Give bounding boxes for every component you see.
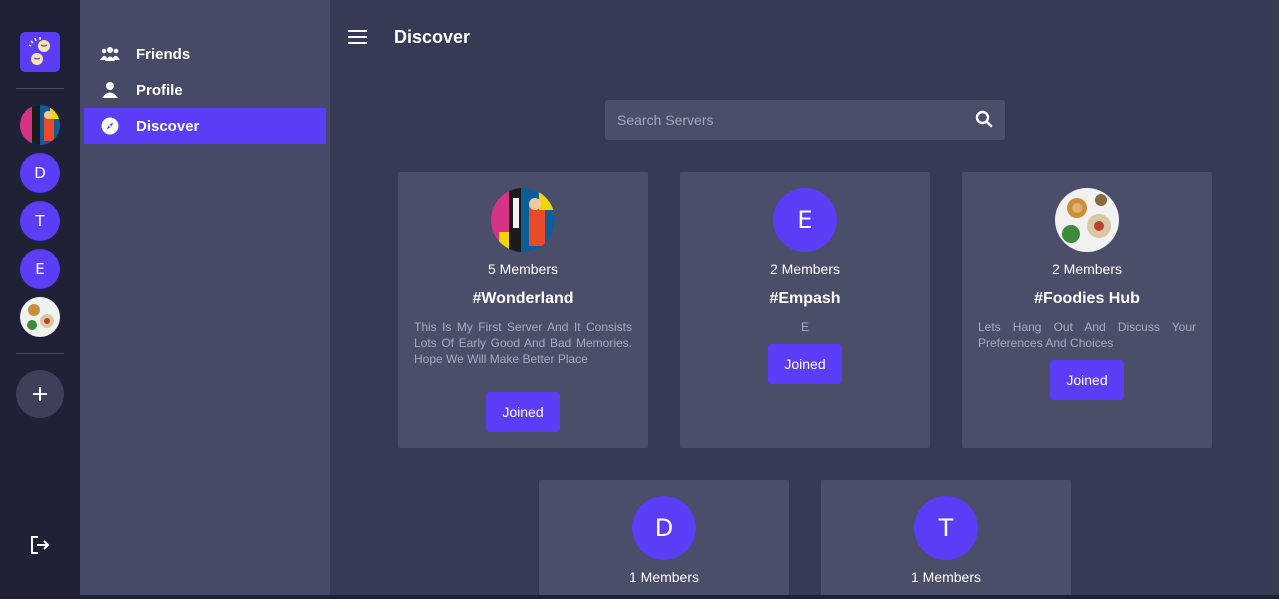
rail-server-letter: T (35, 212, 45, 230)
server-avatar: D (632, 496, 696, 560)
users-icon (100, 44, 120, 64)
nav-panel: Friends Profile Discover (80, 0, 330, 599)
rail-divider (16, 88, 64, 89)
avatar-letter: D (654, 514, 674, 542)
rail-divider (16, 353, 64, 354)
search-bar (605, 100, 1005, 140)
server-name: #Empash (769, 290, 841, 307)
joined-button[interactable]: Joined (768, 344, 842, 384)
rail-server-t[interactable]: T (20, 201, 60, 241)
rail-server-foodies[interactable] (20, 297, 60, 337)
avatar-letter: T (938, 514, 954, 542)
server-avatar: E (773, 188, 837, 252)
joined-button[interactable]: Joined (1050, 360, 1124, 400)
food-image (20, 297, 60, 337)
plus-icon (33, 387, 47, 401)
food-image (1055, 188, 1119, 252)
compass-icon (100, 116, 120, 136)
joined-button[interactable]: Joined (486, 392, 560, 432)
avatar-letter: E (797, 206, 813, 234)
member-count: 5 Members (487, 261, 559, 277)
server-description: This Is My First Server And It Consists … (414, 320, 632, 366)
server-avatar (1055, 188, 1119, 252)
server-description: E (800, 320, 809, 334)
search-input[interactable] (605, 100, 965, 140)
hamburger-line (348, 30, 367, 32)
member-count: 1 Members (628, 569, 700, 585)
nav-item-discover[interactable]: Discover (84, 108, 326, 144)
server-name: #Foodies Hub (1034, 290, 1140, 307)
app-logo[interactable] (20, 32, 60, 72)
main-content: Discover 5 Members #Wonderland (330, 0, 1279, 599)
rail-server-letter: D (34, 164, 46, 182)
server-avatar: T (914, 496, 978, 560)
bottom-edge (0, 595, 1279, 599)
logout-button[interactable] (28, 533, 52, 557)
server-card-t: T 1 Members (821, 480, 1071, 599)
add-server-button[interactable] (16, 370, 64, 418)
rail-server-e[interactable]: E (20, 249, 60, 289)
menu-toggle-button[interactable] (348, 30, 368, 46)
logo-icon (28, 37, 50, 65)
rail-server-wonderland[interactable] (20, 105, 60, 145)
server-card-wonderland: 5 Members #Wonderland This Is My First S… (398, 172, 648, 448)
nav-item-friends[interactable]: Friends (84, 36, 326, 72)
server-description: Lets Hang Out And Discuss Your Preferenc… (978, 320, 1196, 350)
search-icon (975, 110, 993, 128)
graffiti-image (491, 188, 555, 252)
nav-item-profile[interactable]: Profile (84, 72, 326, 108)
hamburger-line (348, 36, 367, 38)
server-card-d: D 1 Members (539, 480, 789, 599)
rail-server-letter: E (35, 260, 45, 278)
server-avatar (491, 188, 555, 252)
nav-item-label: Discover (136, 117, 200, 135)
member-count: 2 Members (1051, 261, 1123, 277)
server-name: #Wonderland (472, 290, 574, 307)
hamburger-line (348, 42, 367, 44)
nav-item-label: Profile (136, 81, 183, 99)
member-count: 2 Members (769, 261, 841, 277)
logout-icon (31, 536, 50, 554)
server-card-empash: E 2 Members #Empash E Joined (680, 172, 930, 448)
server-card-foodies-hub: 2 Members #Foodies Hub Lets Hang Out And… (962, 172, 1212, 448)
server-rail: D T E (0, 0, 80, 599)
nav-item-label: Friends (136, 45, 191, 63)
page-title: Discover (394, 27, 471, 47)
graffiti-image (20, 105, 60, 145)
member-count: 1 Members (910, 569, 982, 585)
search-button[interactable] (975, 110, 995, 130)
rail-server-d[interactable]: D (20, 153, 60, 193)
user-icon (100, 80, 120, 100)
